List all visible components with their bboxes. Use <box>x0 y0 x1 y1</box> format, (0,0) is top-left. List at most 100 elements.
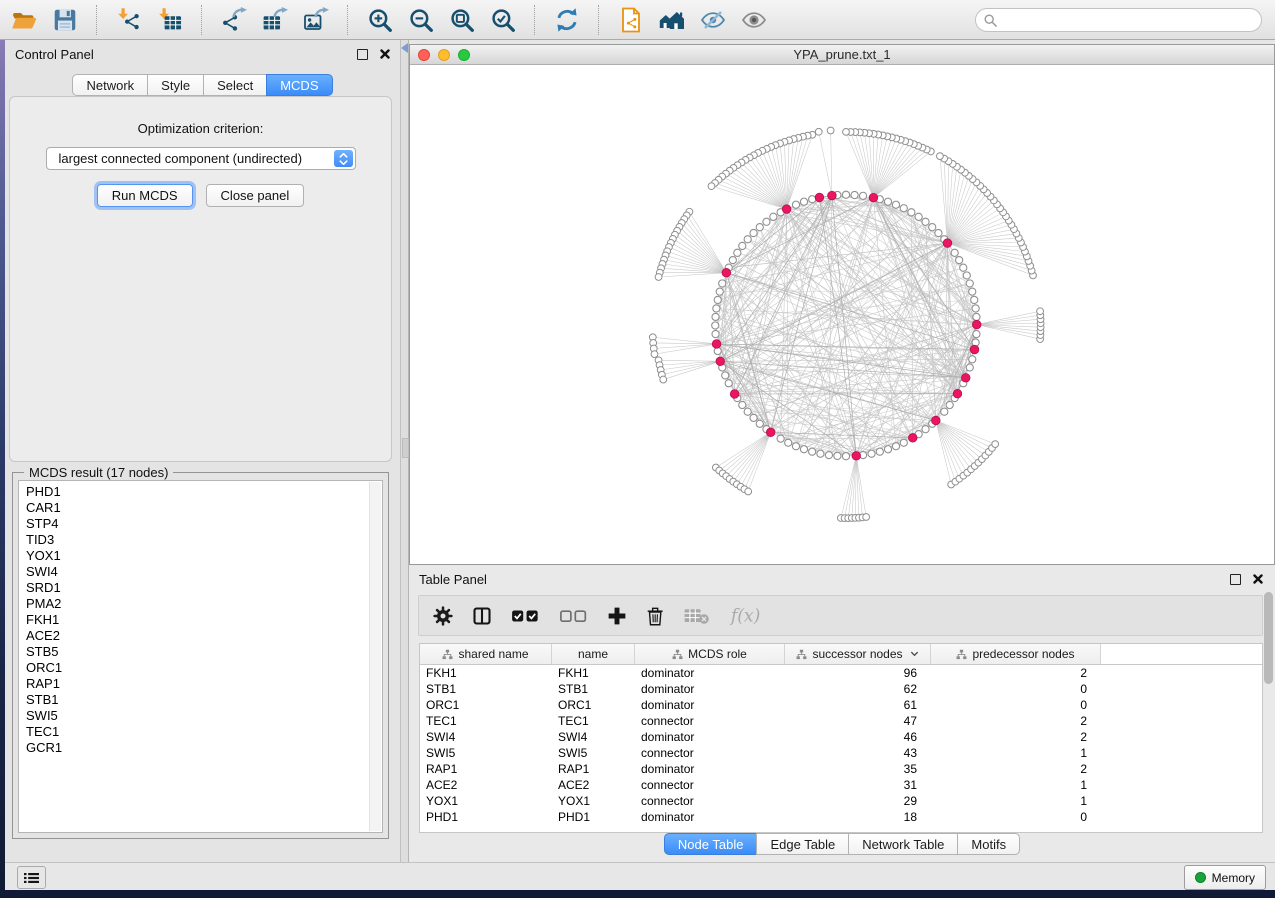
import-network-icon[interactable] <box>115 6 143 34</box>
show-eye-icon[interactable] <box>740 6 768 34</box>
memory-button[interactable]: Memory <box>1184 865 1266 890</box>
share-document-icon[interactable] <box>617 6 645 34</box>
import-table-icon[interactable] <box>156 6 184 34</box>
refresh-icon[interactable] <box>553 6 581 34</box>
list-item[interactable]: ACE2 <box>19 628 382 644</box>
list-item[interactable]: PHD1 <box>19 484 382 500</box>
close-panel-icon[interactable] <box>380 49 390 59</box>
table-cell: dominator <box>635 729 785 745</box>
toolbar-separator <box>347 5 349 35</box>
table-row[interactable]: SWI5SWI5connector431 <box>420 745 1262 761</box>
list-item[interactable]: STB1 <box>19 692 382 708</box>
table-row[interactable]: YOX1YOX1connector291 <box>420 793 1262 809</box>
table-cell: connector <box>635 793 785 809</box>
zoom-selected-icon[interactable] <box>489 6 517 34</box>
float-panel-icon[interactable] <box>357 49 368 60</box>
table-cell: 61 <box>785 697 931 713</box>
network-canvas[interactable] <box>410 65 1274 564</box>
table-cell: 0 <box>931 809 1101 825</box>
splitter-grip[interactable] <box>402 438 409 458</box>
splitter-collapse-icon[interactable] <box>401 43 408 53</box>
list-item[interactable]: SRD1 <box>19 580 382 596</box>
table-cell: SWI5 <box>552 745 635 761</box>
list-item[interactable]: CAR1 <box>19 500 382 516</box>
control-panel-title: Control Panel <box>15 47 94 62</box>
tab-select[interactable]: Select <box>203 74 267 96</box>
table-row[interactable]: ORC1ORC1dominator610 <box>420 697 1262 713</box>
delete-row-icon[interactable] <box>646 606 664 626</box>
toolbar-separator <box>96 5 98 35</box>
column-label: predecessor nodes <box>972 647 1074 661</box>
table-cell: 29 <box>785 793 931 809</box>
list-scrollbar[interactable] <box>369 482 381 831</box>
table-row[interactable]: ACE2ACE2connector311 <box>420 777 1262 793</box>
tab-network[interactable]: Network <box>72 74 148 96</box>
open-session-icon[interactable] <box>10 6 38 34</box>
search-input[interactable] <box>1002 10 1261 30</box>
list-item[interactable]: SWI4 <box>19 564 382 580</box>
column-header-successor-nodes[interactable]: successor nodes <box>785 644 931 664</box>
criterion-select[interactable]: largest connected component (undirected) <box>46 147 356 170</box>
list-item[interactable]: TID3 <box>19 532 382 548</box>
export-network-icon[interactable] <box>220 6 248 34</box>
tab-edge-table[interactable]: Edge Table <box>756 833 849 855</box>
export-image-icon[interactable] <box>302 6 330 34</box>
tab-motifs[interactable]: Motifs <box>957 833 1020 855</box>
hide-panel-icon[interactable] <box>699 6 727 34</box>
list-item[interactable]: STB5 <box>19 644 382 660</box>
column-header-name[interactable]: name <box>552 644 635 664</box>
table-row[interactable]: PHD1PHD1dominator180 <box>420 809 1262 825</box>
list-item[interactable]: RAP1 <box>19 676 382 692</box>
column-header-predecessor-nodes[interactable]: predecessor nodes <box>931 644 1101 664</box>
zoom-fit-icon[interactable] <box>448 6 476 34</box>
minimize-window-icon[interactable] <box>438 49 450 61</box>
table-header-row: shared name name MCDS rolesuccessor nodes p… <box>420 644 1262 665</box>
column-header-shared-name[interactable]: shared name <box>420 644 552 664</box>
deselect-all-icon[interactable] <box>559 606 588 626</box>
float-table-panel-icon[interactable] <box>1230 574 1241 585</box>
network-window-titlebar[interactable]: YPA_prune.txt_1 <box>410 45 1274 65</box>
table-row[interactable]: STB1STB1dominator620 <box>420 681 1262 697</box>
close-panel-button[interactable]: Close panel <box>206 184 305 207</box>
list-item[interactable]: SWI5 <box>19 708 382 724</box>
task-history-button[interactable] <box>17 866 46 889</box>
close-table-panel-icon[interactable] <box>1253 574 1263 584</box>
column-label: name <box>578 647 608 661</box>
table-row[interactable]: TEC1TEC1connector472 <box>420 713 1262 729</box>
zoom-in-icon[interactable] <box>366 6 394 34</box>
table-cell: 2 <box>931 665 1101 681</box>
table-row[interactable]: RAP1RAP1dominator352 <box>420 761 1262 777</box>
settings-gear-icon[interactable] <box>433 606 453 626</box>
list-item[interactable]: TEC1 <box>19 724 382 740</box>
table-row[interactable]: SWI4SWI4dominator462 <box>420 729 1262 745</box>
save-session-icon[interactable] <box>51 6 79 34</box>
search-box[interactable] <box>975 8 1262 32</box>
select-all-icon[interactable] <box>511 606 540 626</box>
table-cell: YOX1 <box>420 793 552 809</box>
list-item[interactable]: YOX1 <box>19 548 382 564</box>
list-item[interactable]: ORC1 <box>19 660 382 676</box>
list-item[interactable]: FKH1 <box>19 612 382 628</box>
home-icon[interactable] <box>658 6 686 34</box>
tab-mcds[interactable]: MCDS <box>266 74 332 96</box>
list-item[interactable]: GCR1 <box>19 740 382 756</box>
table-row[interactable]: FKH1FKH1dominator962 <box>420 665 1262 681</box>
close-window-icon[interactable] <box>418 49 430 61</box>
table-scrollbar[interactable] <box>1264 592 1273 684</box>
panel-splitter[interactable] <box>400 40 409 862</box>
mcds-result-list[interactable]: PHD1CAR1STP4TID3YOX1SWI4SRD1PMA2FKH1ACE2… <box>18 480 383 833</box>
add-row-icon[interactable] <box>607 606 627 626</box>
table-cell: ACE2 <box>420 777 552 793</box>
run-mcds-button[interactable]: Run MCDS <box>97 184 193 207</box>
list-item[interactable]: PMA2 <box>19 596 382 612</box>
column-visibility-icon[interactable] <box>472 606 492 626</box>
desktop: Control Panel NetworkStyleSelectMCDS Opt… <box>0 0 1275 898</box>
export-table-icon[interactable] <box>261 6 289 34</box>
tab-style[interactable]: Style <box>147 74 204 96</box>
tab-network-table[interactable]: Network Table <box>848 833 958 855</box>
list-item[interactable]: STP4 <box>19 516 382 532</box>
column-header-MCDS-role[interactable]: MCDS role <box>635 644 785 664</box>
tab-node-table[interactable]: Node Table <box>664 833 758 855</box>
zoom-out-icon[interactable] <box>407 6 435 34</box>
maximize-window-icon[interactable] <box>458 49 470 61</box>
